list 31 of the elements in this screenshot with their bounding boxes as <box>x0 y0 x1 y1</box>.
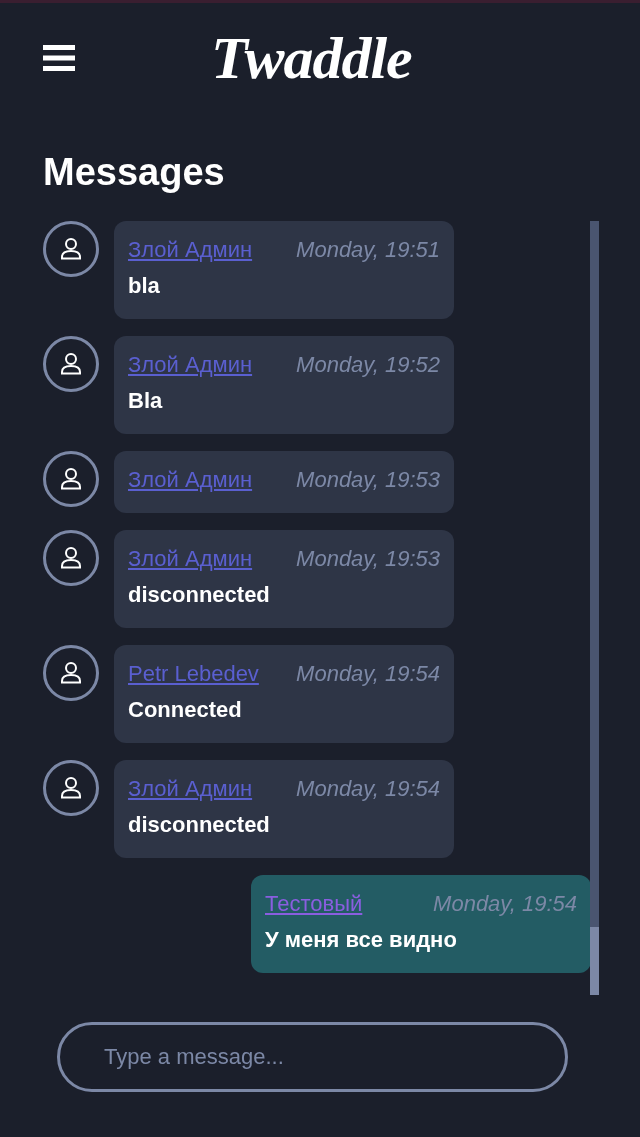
avatar-icon <box>43 221 99 277</box>
app-logo: Twaddle <box>211 23 412 93</box>
author-link[interactable]: Злой Админ <box>128 237 253 263</box>
message-input[interactable]: Type a message... <box>57 1022 568 1092</box>
message-text: disconnected <box>128 582 271 608</box>
message-text: disconnected <box>128 812 271 838</box>
scrollbar[interactable] <box>590 221 599 995</box>
author-link[interactable]: Petr Lebedev <box>128 661 259 687</box>
message-time: Monday, 19:53 <box>296 546 440 572</box>
avatar-icon <box>43 645 99 701</box>
message-time: Monday, 19:54 <box>296 661 440 687</box>
message-time: Monday, 19:54 <box>296 776 440 802</box>
avatar-icon <box>43 760 99 816</box>
message-time: Monday, 19:51 <box>296 237 440 263</box>
author-link[interactable]: Злой Админ <box>128 467 253 493</box>
menu-icon[interactable] <box>43 45 75 71</box>
author-link[interactable]: Злой Админ <box>128 776 253 802</box>
page-title: Messages <box>43 150 226 195</box>
message-time: Monday, 19:53 <box>296 467 440 493</box>
avatar-icon <box>43 530 99 586</box>
author-link[interactable]: Злой Админ <box>128 352 253 378</box>
message-time: Monday, 19:54 <box>433 891 577 917</box>
author-link[interactable]: Злой Админ <box>128 546 253 572</box>
message-text: Bla <box>128 388 164 414</box>
avatar-icon <box>43 451 99 507</box>
message-time: Monday, 19:52 <box>296 352 440 378</box>
message-text: bla <box>128 273 161 299</box>
author-link[interactable]: Тестовый <box>265 891 363 917</box>
message-text: Connected <box>128 697 243 723</box>
message-text: У меня все видно <box>265 927 458 953</box>
avatar-icon <box>43 336 99 392</box>
